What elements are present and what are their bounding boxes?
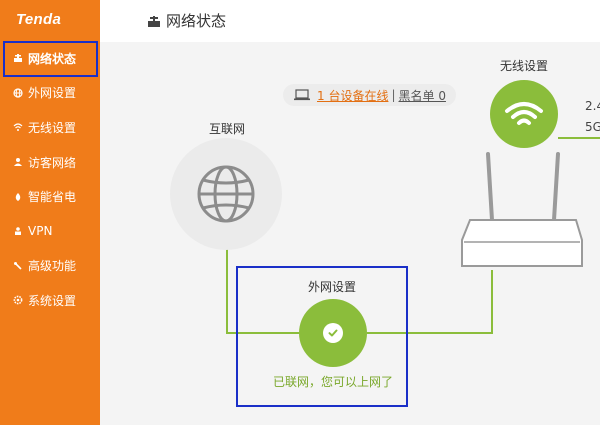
wireless-label: 无线设置 (500, 59, 549, 73)
sidebar-item-vpn[interactable]: VPN (0, 214, 100, 249)
network-status-icon (147, 13, 161, 27)
vpn-icon (12, 225, 24, 237)
tools-icon (12, 260, 24, 272)
network-topology: 1 台设备在线 | 黑名单 0 互联网 无线设置 2.4 5G 外网设置 已联网… (100, 42, 600, 425)
sidebar-item-label: 智能省电 (28, 190, 77, 205)
globe-icon (197, 165, 255, 223)
sidebar-item-system-settings[interactable]: 系统设置 (0, 283, 100, 318)
sidebar-item-label: VPN (28, 224, 53, 239)
internet-node (170, 138, 282, 250)
sidebar-nav: 网络状态 外网设置 无线设置 访客网络 智能省电 VPN 高级功能 系统设置 (0, 41, 100, 318)
sidebar-item-label: 无线设置 (28, 120, 77, 135)
globe-icon (12, 87, 24, 99)
wireless-node[interactable] (490, 80, 558, 148)
sidebar-item-wan-settings[interactable]: 外网设置 (0, 76, 100, 111)
separator: | (391, 88, 396, 102)
wifi-icon (505, 102, 543, 125)
band-5ghz: 5G (585, 120, 600, 134)
sidebar-item-advanced[interactable]: 高级功能 (0, 249, 100, 284)
internet-label: 互联网 (209, 122, 246, 136)
laptop-icon (293, 89, 311, 101)
sidebar-item-wireless-settings[interactable]: 无线设置 (0, 110, 100, 145)
sidebar-item-label: 访客网络 (28, 155, 77, 170)
sidebar-item-label: 系统设置 (28, 293, 77, 308)
wifi-icon (12, 121, 24, 133)
power-save-icon (12, 191, 24, 203)
sidebar-item-power-save[interactable]: 智能省电 (0, 179, 100, 214)
sidebar-item-label: 网络状态 (28, 51, 77, 66)
sidebar: Tenda 网络状态 外网设置 无线设置 访客网络 智能省电 VPN 高级功能 … (0, 0, 100, 425)
router-illustration (461, 152, 583, 267)
sidebar-item-guest-network[interactable]: 访客网络 (0, 145, 100, 180)
page-header: 网络状态 (100, 0, 600, 42)
gear-icon (12, 294, 24, 306)
page-title: 网络状态 (166, 12, 227, 30)
guest-icon (12, 156, 24, 168)
sidebar-item-label: 高级功能 (28, 259, 77, 274)
sidebar-item-label: 外网设置 (28, 86, 77, 101)
blacklist-link[interactable]: 黑名单 0 (399, 87, 446, 104)
online-devices-pill: 1 台设备在线 | 黑名单 0 (283, 84, 456, 106)
sidebar-item-network-status[interactable]: 网络状态 (0, 41, 100, 77)
network-status-icon (12, 52, 24, 64)
brand-logo: Tenda (16, 11, 62, 28)
band-24ghz: 2.4 (585, 99, 600, 113)
online-devices-link[interactable]: 1 台设备在线 (317, 87, 388, 104)
highlight-box (236, 266, 408, 407)
